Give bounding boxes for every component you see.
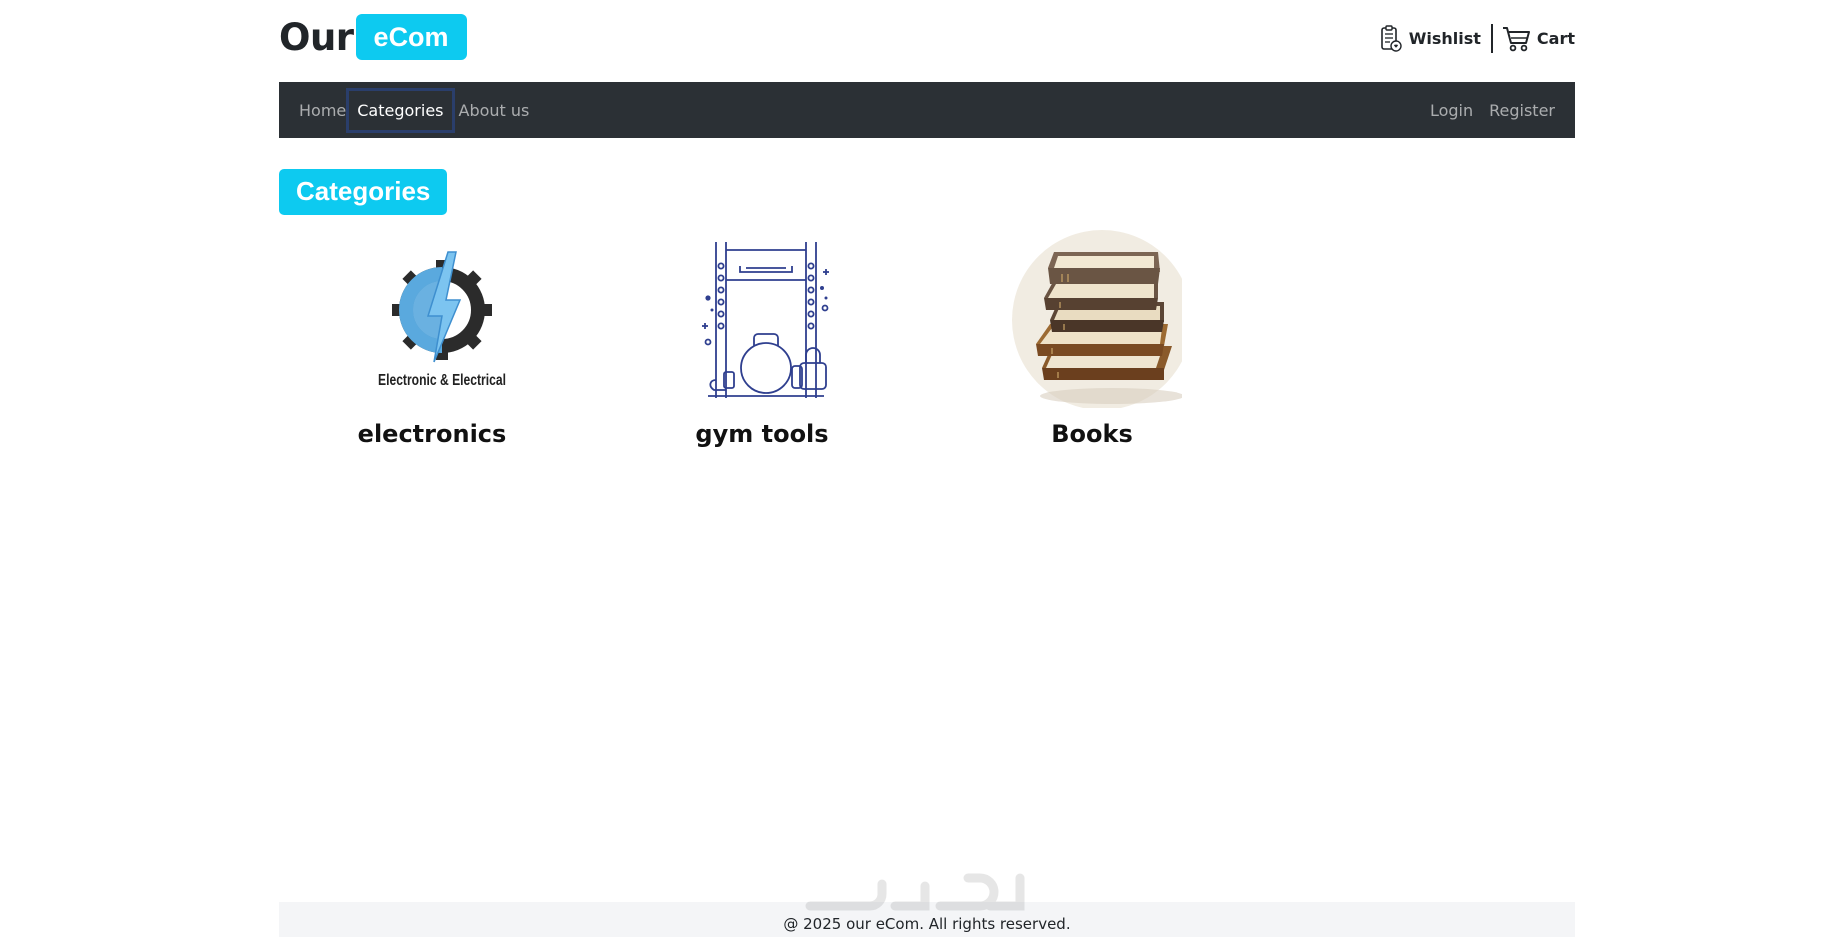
nav-register[interactable]: Register — [1489, 93, 1555, 128]
main-navbar: Home Categories About us Login Register — [279, 82, 1575, 138]
cart-label: Cart — [1536, 29, 1575, 48]
category-name[interactable]: gym tools — [662, 420, 862, 448]
category-card-electronics[interactable]: Electronic & Electrical electronics — [332, 228, 532, 448]
gym-tools-thumbnail[interactable] — [672, 228, 852, 408]
cart-link[interactable]: Cart — [1502, 26, 1575, 52]
nav-login[interactable]: Login — [1430, 93, 1473, 128]
nav-primary: Home Categories About us — [299, 82, 529, 138]
nav-about-us[interactable]: About us — [459, 93, 530, 128]
logo-prefix: Our — [279, 15, 354, 59]
logo-badge: eCom — [355, 14, 467, 60]
gym-rack-icon — [702, 242, 829, 398]
nav-auth: Login Register — [1414, 82, 1555, 138]
site-header: Our eCom Wishlist Cart — [279, 0, 1575, 82]
wishlist-link[interactable]: Wishlist — [1379, 24, 1481, 53]
gear-lightning-icon: Electronic & Electrical — [378, 251, 506, 389]
book-stack-icon — [1012, 230, 1192, 410]
page-title: Categories — [279, 169, 448, 215]
category-name[interactable]: electronics — [332, 420, 532, 448]
wishlist-label: Wishlist — [1408, 29, 1481, 48]
cart-icon — [1502, 26, 1532, 52]
wishlist-icon — [1379, 24, 1403, 53]
electronics-thumbnail[interactable]: Electronic & Electrical — [342, 228, 522, 408]
nav-home[interactable]: Home — [299, 93, 346, 128]
books-thumbnail[interactable] — [1002, 228, 1192, 410]
watermark-logo — [800, 866, 1030, 918]
category-card-books[interactable]: Books — [992, 228, 1192, 448]
brand-logo[interactable]: Our eCom — [279, 14, 467, 60]
electronics-logo-text: Electronic & Electrical — [378, 372, 506, 389]
header-divider — [1490, 24, 1493, 53]
category-name[interactable]: Books — [992, 420, 1192, 448]
category-card-gym-tools[interactable]: gym tools — [662, 228, 862, 448]
nav-categories[interactable]: Categories — [346, 87, 455, 133]
header-actions: Wishlist Cart — [1379, 24, 1575, 53]
